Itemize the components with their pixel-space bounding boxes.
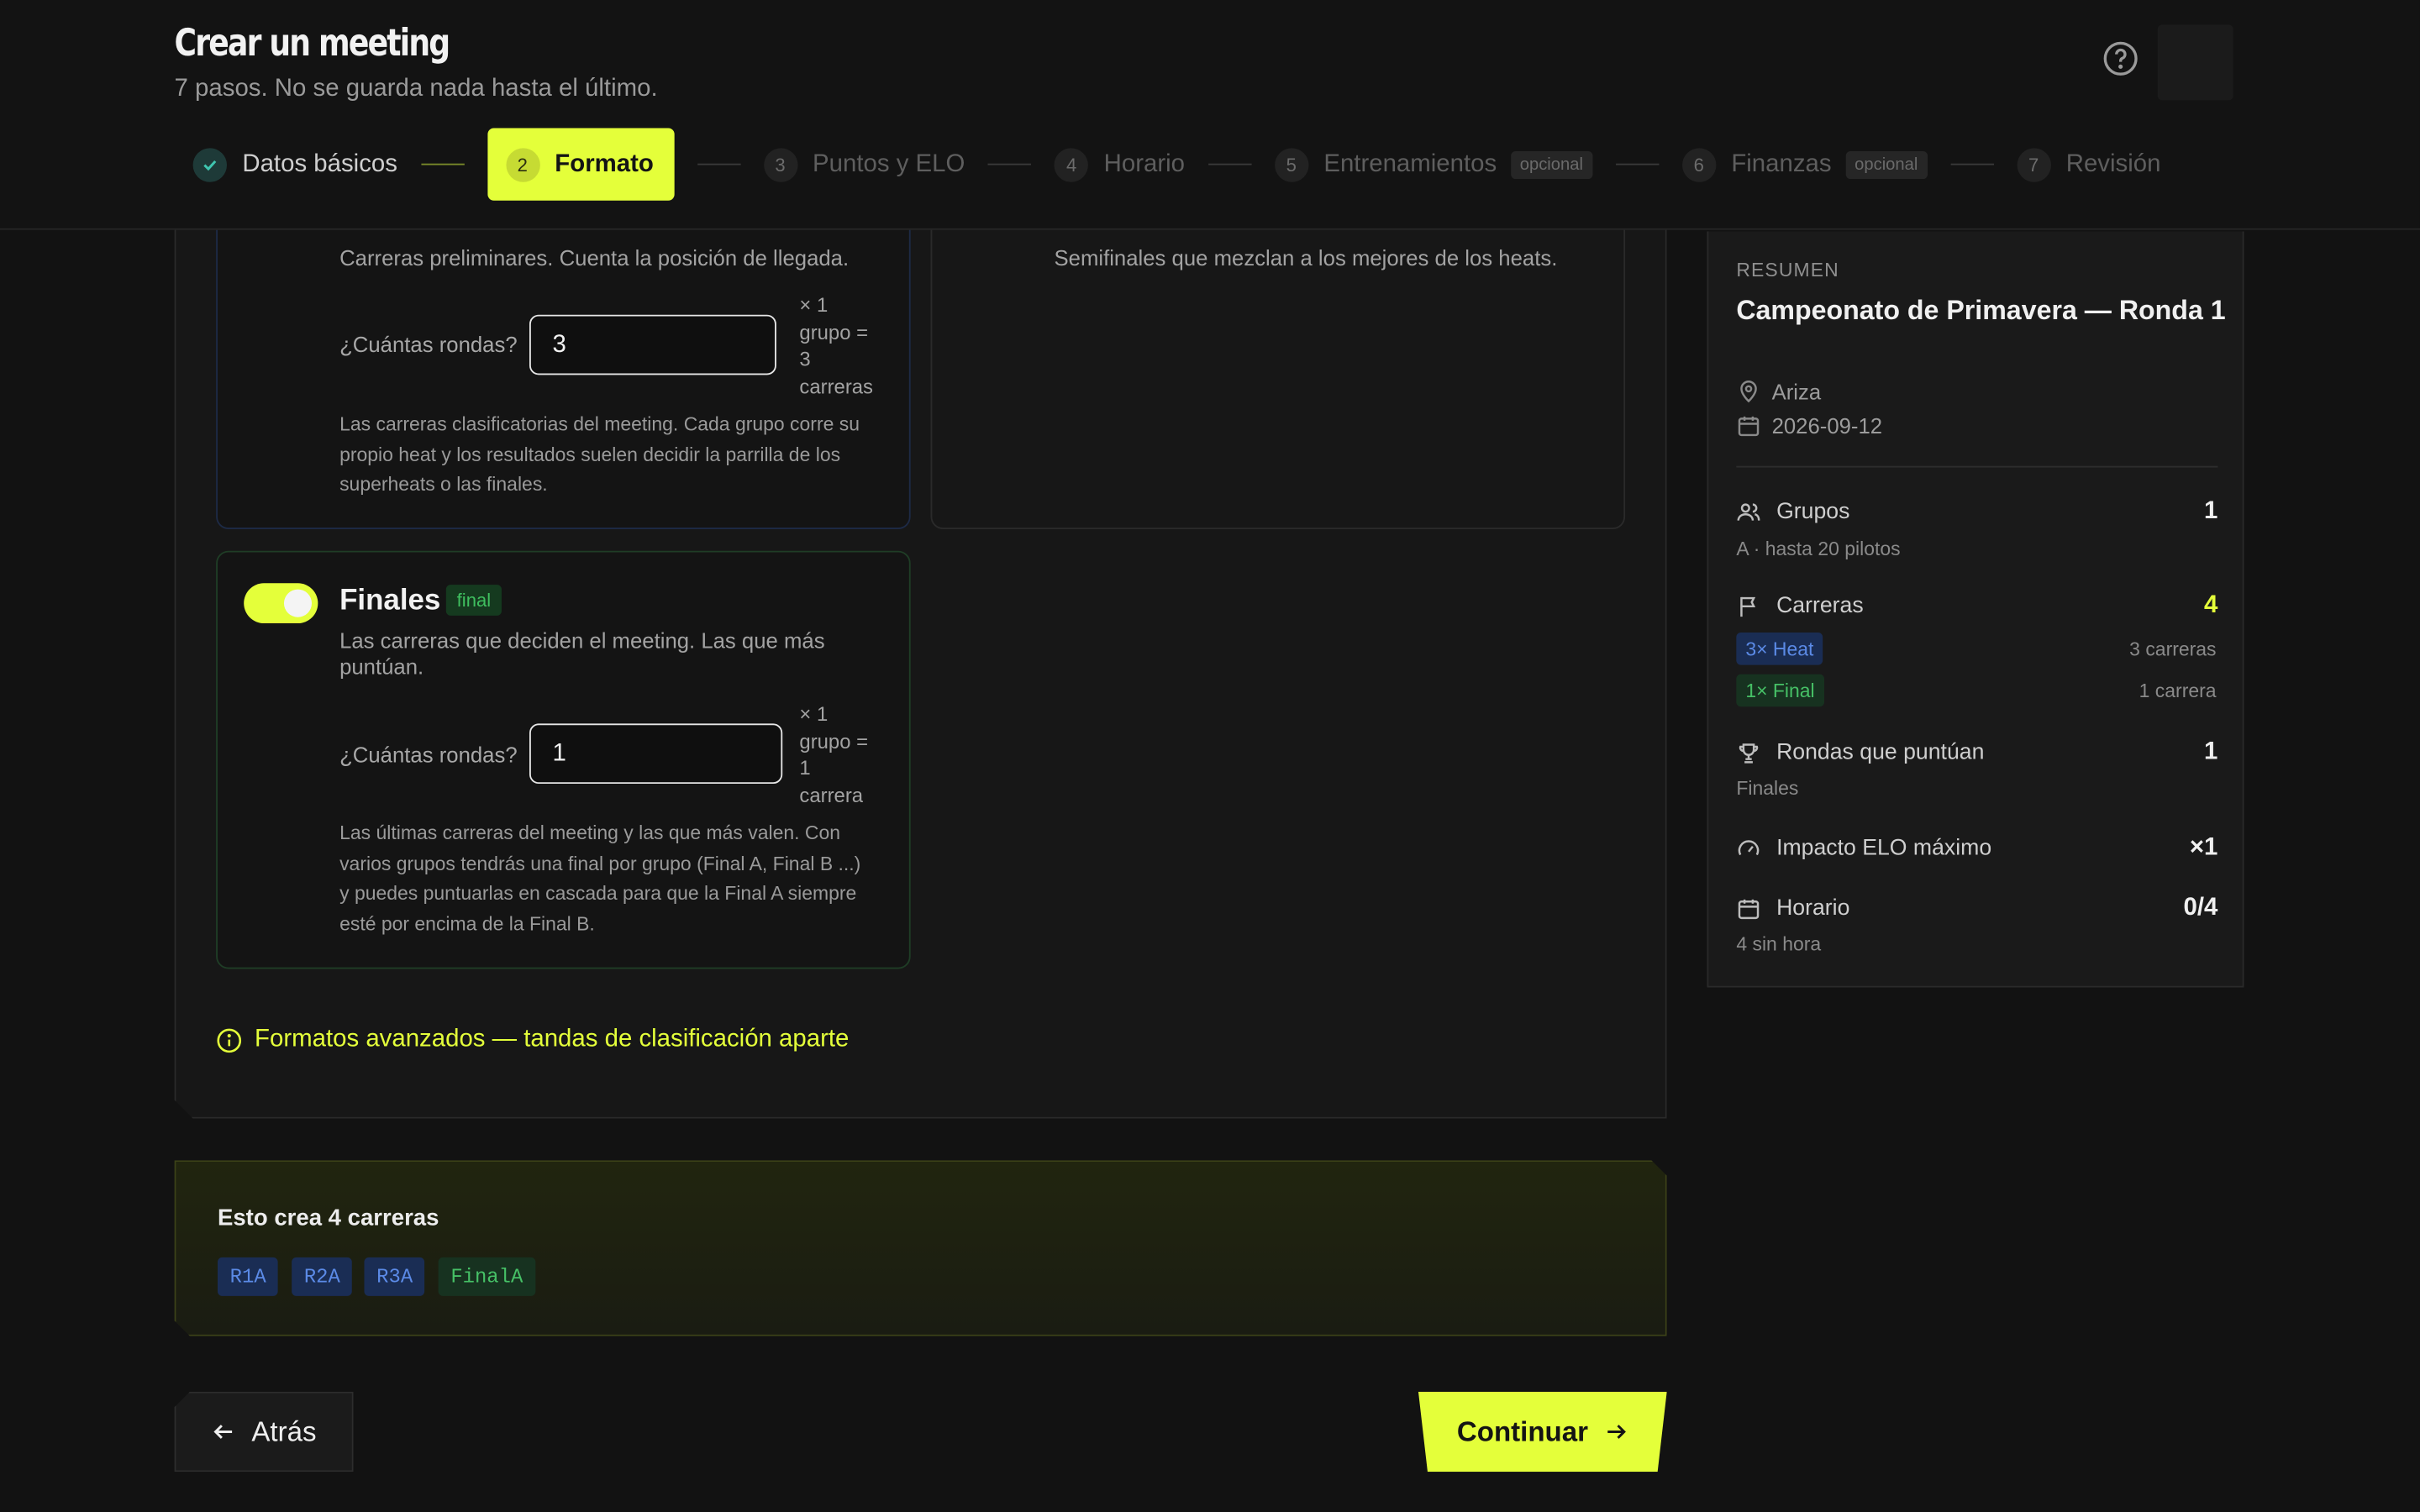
heats-long-description: Las carreras clasificatorias del meeting… [339,413,860,496]
summary-location: Ariza [1736,380,1821,404]
calendar-icon [1738,416,1760,437]
step-separator [697,163,740,165]
step-formato[interactable]: 2 Formato [487,128,674,201]
help-icon[interactable] [2102,40,2139,77]
summary-final-count: 1 carrera [2139,680,2217,702]
finals-rounds-calc: × 1 grupo = 1 carrera [799,701,869,806]
summary-groups-sub: A · hasta 20 pilotos [1736,538,1901,560]
finals-title: Finales [339,585,441,617]
finals-card: Finales final Las carreras que deciden e… [216,550,911,969]
trophy-icon [1739,743,1759,764]
heats-rounds-label: ¿Cuántas rondas? [339,331,518,357]
users-icon [1737,503,1760,521]
page-header: Crear un meeting 7 pasos. No se guarda n… [0,0,2420,230]
finals-long-description: Las últimas carreras del meeting y las q… [339,822,861,935]
heats-rounds-input[interactable] [529,314,776,375]
optional-badge: opcional [1510,150,1593,179]
step-revision[interactable]: 7 Revisión [2016,128,2161,200]
wizard-stepper: Datos básicos 2 Formato 3 Puntos y ELO 4… [175,128,2161,201]
step-number: 5 [1274,147,1308,181]
superheats-description: Semifinales que mezclan a los mejores de… [1054,245,1558,270]
step-label: Formato [555,150,654,177]
step-horario[interactable]: 4 Horario [1054,128,1186,200]
step-separator [1615,163,1659,165]
step-separator [420,163,464,165]
step-label: Horario [1103,150,1186,177]
avatar[interactable] [2157,24,2233,101]
race-chip: R1A [218,1257,278,1296]
race-chip: R3A [364,1257,424,1296]
step-datos-basicos[interactable]: Datos básicos [175,128,397,200]
step-separator [1949,163,1994,165]
continue-button[interactable]: Continuar [1418,1392,1667,1473]
summary-schedule-row: Horario 0/4 [1736,892,2217,926]
finals-rounds-input[interactable] [529,723,783,785]
races-created-title: Esto crea 4 carreras [217,1205,439,1231]
step-label: Entrenamientos [1323,150,1497,177]
summary-heat-count: 3 carreras [2129,638,2217,661]
check-icon [192,147,227,181]
step-number: 6 [1681,147,1716,181]
step-separator [1207,163,1252,165]
optional-badge: opcional [1845,150,1928,179]
step-puntos-elo[interactable]: 3 Puntos y ELO [763,128,965,200]
continue-button-label: Continuar [1456,1415,1588,1446]
summary-date: 2026-09-12 [1736,413,1882,438]
step-number: 3 [763,147,797,181]
page-subtitle: 7 pasos. No se guarda nada hasta el últi… [174,75,658,102]
arrow-right-icon [1603,1420,1628,1444]
summary-groups-row: Grupos 1 [1736,496,2217,529]
heats-description: Carreras preliminares. Cuenta la posició… [339,245,850,270]
finals-toggle[interactable] [244,583,318,624]
step-separator [987,163,1032,165]
summary-panel: RESUMEN Campeonato de Primavera — Ronda … [1707,231,2244,988]
advanced-formats-link[interactable]: Formatos avanzados — tandas de clasifica… [216,1025,849,1056]
finals-tag: final [445,585,502,616]
advanced-formats-label: Formatos avanzados — tandas de clasifica… [255,1026,850,1053]
flag-icon [1740,596,1756,617]
back-button-label: Atrás [251,1415,317,1446]
summary-heat-chip: 3× Heat [1736,633,1823,665]
race-chip: FinalA [439,1257,535,1296]
step-entrenamientos[interactable]: 5 Entrenamientos opcional [1274,128,1593,200]
summary-title: Campeonato de Primavera — Ronda 1 [1736,294,2226,326]
finals-description: Las carreras que deciden el meeting. Las… [339,627,825,680]
step-number: 4 [1054,147,1089,181]
info-icon [217,1027,242,1053]
step-label: Revisión [2065,150,2161,177]
page-title: Crear un meeting [174,21,451,66]
summary-races-row: Carreras 4 [1736,590,2217,623]
back-button[interactable]: Atrás [174,1391,354,1473]
step-number: 2 [505,147,539,181]
step-label: Datos básicos [242,150,397,177]
step-label: Puntos y ELO [813,150,965,177]
summary-scoring-row: Rondas que puntúan 1 [1736,736,2217,769]
summary-eyebrow: RESUMEN [1736,259,1839,281]
races-created-box: Esto crea 4 carreras R1A R2A R3A FinalA [175,1160,1667,1336]
summary-schedule-sub: 4 sin hora [1736,933,1822,955]
step-number: 7 [2016,147,2051,181]
summary-final-chip: 1× Final [1736,674,1824,707]
calendar-icon [1738,899,1760,920]
finals-rounds-label: ¿Cuántas rondas? [339,742,518,767]
gauge-icon [1738,840,1760,856]
map-pin-icon [1740,381,1757,403]
summary-scoring-sub: Finales [1736,777,1799,800]
summary-elo-row: Impacto ELO máximo ×1 [1736,832,2217,865]
step-label: Finanzas [1731,150,1832,177]
step-finanzas[interactable]: 6 Finanzas opcional [1681,128,1928,200]
heats-rounds-calc: × 1 grupo = 3 carreras [799,292,874,397]
summary-divider [1736,465,2218,468]
race-chip: R2A [292,1257,352,1296]
arrow-left-icon [213,1425,233,1439]
